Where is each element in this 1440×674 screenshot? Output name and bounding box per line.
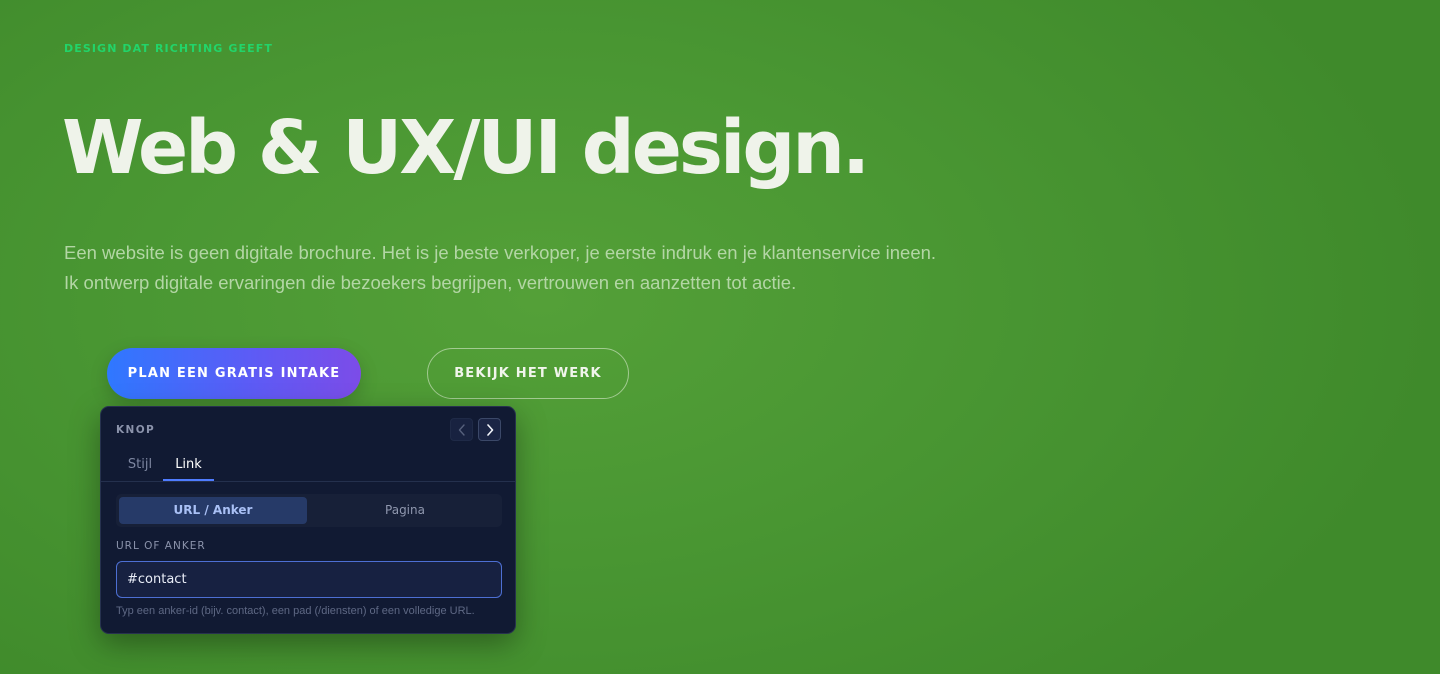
tab-stijl[interactable]: Stijl <box>118 451 162 481</box>
panel-next-button[interactable] <box>478 418 501 441</box>
hero-description-line-2: Ik ontwerp digitale ervaringen die bezoe… <box>64 272 797 293</box>
panel-title: KNOP <box>116 424 156 436</box>
button-editor-panel: KNOP Stijl Link URL / Anker Pagina URL O… <box>100 406 516 634</box>
panel-prev-button[interactable] <box>450 418 473 441</box>
url-field-hint: Typ een anker-id (bijv. contact), een pa… <box>116 605 475 617</box>
panel-tabs: Stijl Link <box>101 451 515 482</box>
chevron-right-icon <box>486 423 493 436</box>
chevron-left-icon <box>458 423 465 436</box>
tab-link[interactable]: Link <box>163 451 214 481</box>
segment-page[interactable]: Pagina <box>311 497 499 524</box>
link-type-toggle: URL / Anker Pagina <box>116 494 502 527</box>
url-anchor-input[interactable] <box>116 561 502 598</box>
hero-description-line-1: Een website is geen digitale brochure. H… <box>64 242 937 263</box>
hero-eyebrow: DESIGN DAT RICHTING GEEFT <box>64 42 273 55</box>
url-field-label: URL OF ANKER <box>116 540 206 552</box>
plan-intake-button[interactable]: PLAN EEN GRATIS INTAKE <box>107 348 361 399</box>
hero-description: Een website is geen digitale brochure. H… <box>64 238 936 298</box>
view-work-button[interactable]: BEKIJK HET WERK <box>427 348 629 399</box>
segment-url-anchor[interactable]: URL / Anker <box>119 497 307 524</box>
hero-title: Web & UX/UI design. <box>62 105 870 191</box>
